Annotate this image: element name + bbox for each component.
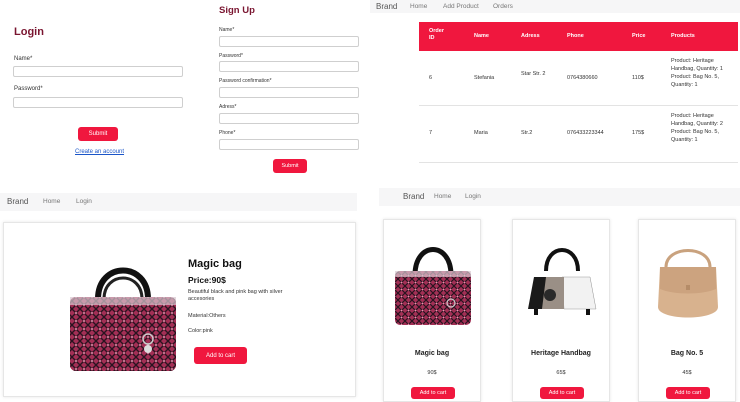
add-to-cart-button[interactable]: Add to cart bbox=[666, 387, 710, 399]
order-address-cell: Star Str. 2 bbox=[521, 71, 546, 77]
product-card-title: Heritage Handbag bbox=[531, 350, 591, 357]
signup-name-input[interactable] bbox=[219, 36, 359, 47]
order-name-cell: Stefania bbox=[474, 75, 495, 81]
login-submit-button[interactable]: Submit bbox=[78, 127, 118, 141]
admin-navbar: Brand Home Add Product Orders bbox=[370, 0, 740, 13]
product-detail-image bbox=[64, 253, 182, 373]
order-products-cell: Product: Heritage Handbag, Quantity: 2 P… bbox=[671, 113, 723, 143]
order-id-cell: 6 bbox=[429, 75, 433, 81]
admin-nav-home[interactable]: Home bbox=[410, 3, 427, 10]
signup-password-input[interactable] bbox=[219, 61, 359, 72]
header-price: Price bbox=[632, 33, 646, 39]
login-title: Login bbox=[14, 26, 44, 38]
shop-nav-home[interactable]: Home bbox=[434, 193, 451, 200]
product-detail-card: Magic bag Price:90$ Beautiful black and … bbox=[3, 222, 356, 397]
shop-brand[interactable]: Brand bbox=[403, 192, 424, 201]
product-card-title: Magic bag bbox=[414, 350, 450, 357]
black-white-handbag-icon bbox=[528, 248, 597, 315]
pink-tweed-handbag-icon bbox=[395, 247, 471, 325]
header-products: Products bbox=[671, 33, 695, 39]
order-price-cell: 110$ bbox=[632, 75, 644, 81]
signup-password-label: Password* bbox=[219, 53, 243, 59]
product-card-price: 90$ bbox=[427, 370, 437, 376]
product-detail-title: Magic bag bbox=[188, 258, 242, 270]
product-card-image bbox=[391, 237, 475, 327]
product-card[interactable]: Magic bag 90$ Add to cart bbox=[383, 219, 481, 402]
order-price-cell: 175$ bbox=[632, 130, 645, 136]
order-id-cell: 7 bbox=[429, 130, 433, 136]
signup-title: Sign Up bbox=[219, 5, 255, 16]
header-phone: Phone bbox=[567, 33, 584, 39]
login-name-input[interactable] bbox=[13, 66, 183, 77]
product-detail-color: Color:pink bbox=[188, 328, 213, 334]
header-order-id: Order ID bbox=[429, 28, 444, 41]
create-account-link[interactable]: Create an account bbox=[75, 149, 124, 155]
product-card[interactable]: Heritage Handbag 65$ Add to cart bbox=[512, 219, 610, 402]
product-card-price: 65$ bbox=[556, 370, 566, 376]
signup-address-label: Adress* bbox=[219, 104, 237, 110]
admin-brand[interactable]: Brand bbox=[376, 2, 397, 11]
login-panel: Login Name* Password* Submit Create an a… bbox=[0, 0, 200, 180]
order-name-cell: Maria bbox=[474, 130, 488, 136]
signup-password-confirm-label: Password confirmation* bbox=[219, 78, 272, 84]
product-card-price: 45$ bbox=[682, 370, 692, 376]
signup-address-input[interactable] bbox=[219, 113, 359, 124]
signup-phone-label: Phone* bbox=[219, 130, 236, 136]
add-to-cart-button[interactable]: Add to cart bbox=[540, 387, 584, 399]
product-card-image bbox=[520, 237, 604, 327]
product-card-image bbox=[646, 237, 730, 327]
signup-name-label: Name* bbox=[219, 27, 235, 33]
product-detail-price: Price:90$ bbox=[188, 275, 226, 285]
signup-panel: Sign Up Name* Password* Password confirm… bbox=[210, 0, 370, 180]
beige-saddle-bag-icon bbox=[658, 249, 718, 318]
signup-password-confirm-input[interactable] bbox=[219, 87, 359, 98]
header-address: Adress bbox=[521, 33, 540, 39]
detail-navbar: Brand Home Login bbox=[0, 193, 357, 211]
order-address-cell: Str.2 bbox=[521, 130, 533, 136]
login-password-input[interactable] bbox=[13, 97, 183, 108]
orders-table-header: Order ID Name Adress Phone Price Product… bbox=[419, 22, 738, 51]
login-name-label: Name* bbox=[14, 56, 33, 62]
admin-nav-orders[interactable]: Orders bbox=[493, 3, 513, 10]
detail-nav-login[interactable]: Login bbox=[76, 198, 92, 205]
header-name: Name bbox=[474, 33, 489, 39]
signup-phone-input[interactable] bbox=[219, 139, 359, 150]
signup-submit-button[interactable]: Submit bbox=[273, 159, 307, 173]
shop-navbar: Brand Home Login bbox=[379, 188, 740, 206]
product-card-title: Bag No. 5 bbox=[670, 350, 704, 357]
add-to-cart-button[interactable]: Add to cart bbox=[411, 387, 455, 399]
order-phone-cell: 076433223344 bbox=[567, 130, 604, 136]
orders-row-1: 6 Stefania Star Str. 2 0764380660 110$ P… bbox=[419, 51, 738, 106]
admin-nav-add-product[interactable]: Add Product bbox=[443, 3, 479, 10]
pink-tweed-handbag-icon bbox=[70, 267, 176, 371]
orders-row-2: 7 Maria Str.2 076433223344 175$ Product:… bbox=[419, 106, 738, 163]
order-phone-cell: 0764380660 bbox=[567, 75, 598, 81]
product-detail-description: Beautiful black and pink bag with silver… bbox=[188, 289, 283, 302]
detail-brand[interactable]: Brand bbox=[7, 197, 28, 206]
login-password-label: Password* bbox=[14, 86, 43, 92]
order-products-cell: Product: Heritage Handbag, Quantity: 1 P… bbox=[671, 58, 723, 88]
shop-nav-login[interactable]: Login bbox=[465, 193, 481, 200]
product-detail-add-to-cart-button[interactable]: Add to cart bbox=[194, 347, 247, 364]
detail-nav-home[interactable]: Home bbox=[43, 198, 60, 205]
product-card[interactable]: Bag No. 5 45$ Add to cart bbox=[638, 219, 736, 402]
product-detail-material: Material:Others bbox=[188, 313, 226, 319]
